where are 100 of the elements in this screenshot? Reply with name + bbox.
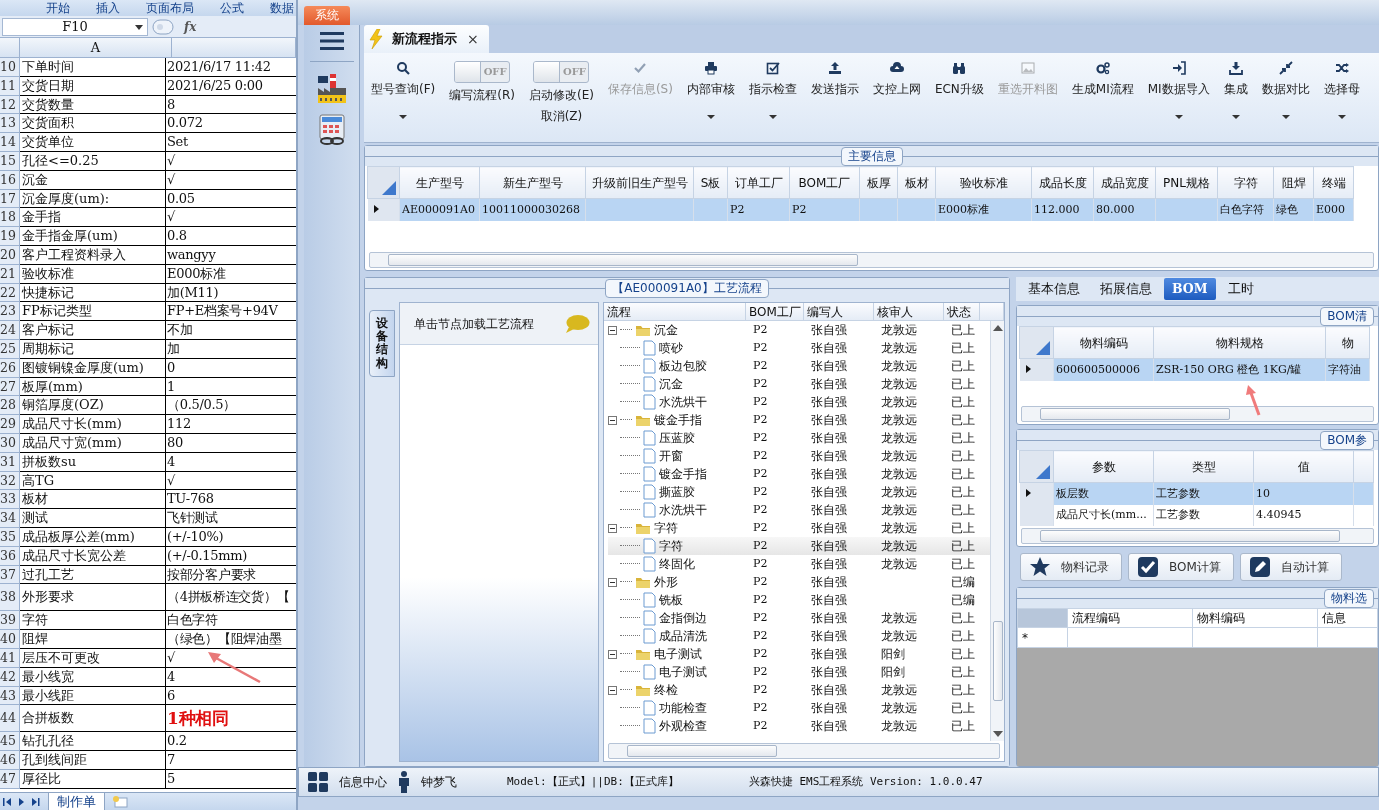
toolbar-button[interactable]: 集成 — [1216, 61, 1255, 119]
sheet-navigation-drawing[interactable] — [2, 796, 42, 807]
column-header[interactable]: S板 — [693, 166, 728, 199]
column-header[interactable]: BOM工厂 — [789, 166, 860, 199]
tab[interactable]: BOM — [1164, 277, 1216, 301]
toolbar-button[interactable]: 型号查询(F) — [364, 61, 443, 119]
ribbon-tab[interactable]: 页面布局 — [146, 0, 194, 16]
expand-handle-icon[interactable] — [152, 18, 174, 35]
collapse-icon[interactable] — [608, 649, 617, 659]
tree-row[interactable]: 撕蓝胶 P2 张自强 龙敦远 已上 — [608, 483, 990, 501]
column-header[interactable]: 状态 — [944, 303, 980, 320]
toolbar-button[interactable]: 指示检查 — [741, 61, 804, 119]
row-number[interactable]: 33 — [0, 490, 20, 510]
toolbar-button[interactable]: 内部审核 — [679, 61, 742, 119]
column-header[interactable]: 新生产型号 — [479, 166, 586, 199]
tree-row[interactable]: 金指倒边 P2 张自强 龙敦远 已上 — [608, 609, 990, 627]
tree-row[interactable]: 功能检查 P2 张自强 龙敦远 已上 — [608, 699, 990, 717]
column-header[interactable]: 板厚 — [859, 166, 898, 199]
row-number[interactable]: 46 — [0, 751, 20, 770]
column-header[interactable]: 物料规格 — [1153, 326, 1326, 359]
tab[interactable]: 工时 — [1219, 277, 1262, 301]
column-header[interactable]: BOM工厂 — [746, 303, 804, 320]
name-box[interactable]: F10 — [2, 17, 148, 36]
toolbar-button[interactable]: 文控上网 — [865, 61, 928, 98]
column-header[interactable]: 成品长度 — [1031, 166, 1094, 199]
row-number[interactable]: 44 — [0, 705, 20, 733]
table-row[interactable]: 板层数 工艺参数 10 — [1019, 482, 1374, 505]
calculator-icon[interactable] — [316, 114, 347, 146]
tree-row[interactable]: 铣板 P2 张自强 已编 — [608, 591, 990, 609]
tree-row[interactable]: 终固化 P2 张自强 龙敦远 已上 — [608, 555, 990, 573]
column-header[interactable]: 验收标准 — [935, 166, 1032, 199]
tree-row[interactable]: 电子测试 P2 张自强 阳剑 已上 — [608, 645, 990, 663]
insert-function-label[interactable]: fx — [178, 17, 203, 36]
tree-row[interactable]: 字符 P2 张自强 龙敦远 已上 — [608, 537, 990, 555]
column-header[interactable]: 物料编码 — [1192, 608, 1318, 628]
side-tab[interactable]: 设备结构 — [369, 310, 395, 377]
row-number[interactable]: 40 — [0, 630, 20, 649]
scroll-up-icon[interactable] — [992, 325, 1003, 331]
row-number[interactable]: 34 — [0, 509, 20, 528]
row-number[interactable]: 13 — [0, 114, 20, 134]
column-header[interactable]: 物料编码 — [1053, 326, 1154, 359]
tab[interactable]: 拓展信息 — [1092, 277, 1160, 301]
column-header[interactable]: 流程编码 — [1067, 608, 1193, 628]
row-number[interactable]: 19 — [0, 227, 20, 246]
factory-icon[interactable] — [315, 72, 348, 104]
ribbon-tab[interactable]: 公式 — [220, 0, 244, 16]
select-all-corner[interactable] — [367, 166, 400, 199]
status-text[interactable]: 信息中心 — [339, 773, 387, 791]
select-all-corner[interactable] — [1019, 326, 1054, 359]
document-tab[interactable]: 新流程指示 × — [364, 25, 489, 53]
tree-row[interactable]: 外观检查 P2 张自强 龙敦远 已上 — [608, 717, 990, 735]
tree-row[interactable]: 沉金 P2 张自强 龙敦远 已上 — [608, 375, 990, 393]
tree-row[interactable]: 喷砂 P2 张自强 龙敦远 已上 — [608, 339, 990, 357]
row-number[interactable]: 24 — [0, 321, 20, 340]
column-header[interactable]: 物 — [1325, 326, 1370, 359]
collapse-icon[interactable] — [608, 685, 617, 695]
column-header[interactable]: 终端 — [1313, 166, 1354, 199]
tree-row[interactable]: 外形 P2 张自强 已编 — [608, 573, 990, 591]
column-header[interactable]: 参数 — [1053, 450, 1154, 483]
ribbon-tab[interactable]: 开始 — [46, 0, 70, 16]
row-number[interactable]: 45 — [0, 732, 20, 752]
column-header[interactable]: 核审人 — [874, 303, 944, 320]
ribbon-tab[interactable]: 插入 — [96, 0, 120, 16]
column-header[interactable]: 生产型号 — [399, 166, 480, 199]
column-header[interactable]: 流程 — [604, 303, 746, 320]
toolbar-button[interactable]: 数据对比 — [1254, 61, 1317, 119]
column-header[interactable]: 值 — [1253, 450, 1354, 483]
action-button[interactable]: 物料记录 — [1020, 553, 1122, 581]
row-number[interactable]: 23 — [0, 302, 20, 322]
ribbon-tab[interactable]: 数据 — [270, 0, 294, 16]
tree-row[interactable]: 字符 P2 张自强 龙敦远 已上 — [608, 519, 990, 537]
column-header[interactable]: 类型 — [1153, 450, 1254, 483]
row-number[interactable]: 28 — [0, 396, 20, 416]
action-button[interactable]: BOM计算 — [1128, 553, 1234, 581]
action-button[interactable]: 自动计算 — [1239, 553, 1342, 581]
tree-row[interactable]: 开窗 P2 张自强 龙敦远 已上 — [608, 447, 990, 465]
tree-row[interactable]: 镀金手指 P2 张自强 龙敦远 已上 — [608, 465, 990, 483]
column-header[interactable]: 订单工厂 — [727, 166, 790, 199]
collapse-icon[interactable] — [608, 325, 617, 335]
column-header[interactable]: 信息 — [1317, 608, 1378, 628]
collapse-icon[interactable] — [608, 415, 617, 425]
table-row[interactable]: 成品尺寸长(mm... 工艺参数 4.40945 — [1019, 504, 1374, 526]
tree-row[interactable]: 电子测试 P2 张自强 阳剑 已上 — [608, 663, 990, 681]
tree-row[interactable]: 终检 P2 张自强 龙敦远 已上 — [608, 681, 990, 699]
close-button[interactable]: × — [465, 28, 481, 50]
tree-row[interactable]: 成品清洗 P2 张自强 龙敦远 已上 — [608, 627, 990, 645]
select-all-corner[interactable] — [1019, 450, 1054, 483]
column-header[interactable]: 板材 — [897, 166, 936, 199]
toolbar-button[interactable]: 生成MI流程 — [1064, 61, 1141, 98]
tree-row[interactable]: 镀金手指 P2 张自强 龙敦远 已上 — [608, 411, 990, 429]
column-header[interactable]: 升级前旧生产型号 — [585, 166, 694, 199]
toolbar-button[interactable]: ECN升级 — [927, 61, 991, 98]
column-header[interactable]: 字符 — [1217, 166, 1274, 199]
tree-row[interactable]: 水洗烘干 P2 张自强 龙敦远 已上 — [608, 393, 990, 411]
tree-row[interactable]: 压蓝胶 P2 张自强 龙敦远 已上 — [608, 429, 990, 447]
scroll-down-icon[interactable] — [992, 731, 1003, 737]
tree-row[interactable]: 板边包胶 P2 张自强 龙敦远 已上 — [608, 357, 990, 375]
menu-icon[interactable] — [319, 31, 344, 51]
row-number[interactable]: 29 — [0, 415, 20, 434]
column-header[interactable]: 成品宽度 — [1093, 166, 1156, 199]
